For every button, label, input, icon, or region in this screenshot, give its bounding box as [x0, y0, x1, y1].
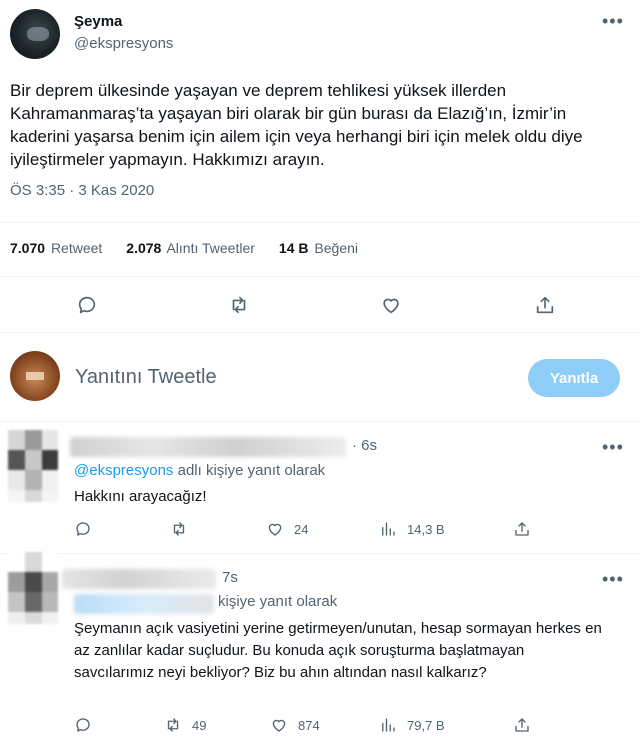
likes-stat[interactable]: 14 B Beğeni: [279, 240, 358, 256]
divider: [0, 222, 640, 223]
tweet-text: Bir deprem ülkesinde yaşayan ve deprem t…: [10, 81, 583, 169]
views-button[interactable]: 79,7 B: [379, 716, 445, 734]
author-name[interactable]: Şeyma: [74, 13, 122, 30]
like-button[interactable]: 24: [266, 520, 308, 538]
like-icon: [272, 719, 286, 732]
reply-action-bar: 49 874 79,7 B: [74, 716, 634, 740]
like-count: 874: [298, 717, 320, 733]
retweet-button[interactable]: 49: [164, 716, 206, 734]
reply-time[interactable]: 7s: [222, 569, 238, 586]
share-icon[interactable]: [513, 716, 531, 734]
reply-action-bar: 24 14,3 B: [74, 520, 634, 544]
divider: [0, 421, 640, 422]
tweet-stats: 7.070 Retweet 2.078 Alıntı Tweetler 14 B…: [10, 240, 358, 256]
divider: [0, 553, 640, 554]
like-button[interactable]: 874: [270, 716, 320, 734]
like-icon: [268, 523, 282, 536]
like-count: 24: [294, 521, 309, 537]
more-options-icon[interactable]: •••: [602, 570, 624, 588]
author-handle[interactable]: @ekspresyons: [74, 35, 173, 52]
blurred-user-name[interactable]: [62, 569, 216, 589]
blurred-user-name[interactable]: [70, 437, 346, 457]
share-icon[interactable]: [513, 520, 531, 538]
mention-link[interactable]: @ekspresyons: [74, 462, 173, 479]
tweet-timestamp[interactable]: ÖS 3:35 · 3 Kas 2020: [10, 182, 154, 199]
views-button[interactable]: 14,3 B: [379, 520, 445, 538]
reply-context: kişiye yanıt olarak: [218, 593, 338, 610]
divider: [0, 276, 640, 277]
more-options-icon[interactable]: •••: [602, 12, 624, 30]
retweet-icon[interactable]: [228, 294, 250, 321]
reply-icon[interactable]: [74, 716, 92, 734]
divider: [0, 332, 640, 333]
quotes-stat[interactable]: 2.078 Alıntı Tweetler: [126, 240, 255, 256]
views-icon: [382, 522, 395, 536]
share-icon[interactable]: [534, 294, 556, 321]
views-icon: [382, 718, 395, 732]
reply-button[interactable]: Yanıtla: [528, 359, 620, 397]
tweet-action-bar: [0, 290, 640, 320]
views-count: 14,3 B: [407, 521, 445, 537]
reply-input[interactable]: Yanıtını Tweetle: [75, 366, 217, 389]
like-icon[interactable]: [380, 294, 402, 321]
retweet-icon: [167, 718, 179, 732]
avatar[interactable]: [8, 552, 58, 624]
retweets-stat[interactable]: 7.070 Retweet: [10, 240, 102, 256]
author-avatar[interactable]: [10, 9, 60, 59]
retweet-count: 49: [192, 717, 207, 733]
retweet-icon[interactable]: [170, 520, 198, 538]
blurred-mention[interactable]: [74, 594, 214, 614]
views-count: 79,7 B: [407, 717, 445, 733]
more-options-icon[interactable]: •••: [602, 438, 624, 456]
reply-icon[interactable]: [76, 294, 98, 321]
reply-icon[interactable]: [74, 520, 92, 538]
avatar[interactable]: [8, 430, 58, 502]
current-user-avatar[interactable]: [10, 351, 60, 401]
reply-text: Şeymanın açık vasiyetini yerine getirmey…: [74, 620, 602, 681]
reply-text: Hakkını arayacağız!: [74, 488, 207, 505]
reply-time[interactable]: · 6s: [352, 437, 377, 454]
reply-context: @ekspresyons adlı kişiye yanıt olarak: [74, 462, 326, 479]
